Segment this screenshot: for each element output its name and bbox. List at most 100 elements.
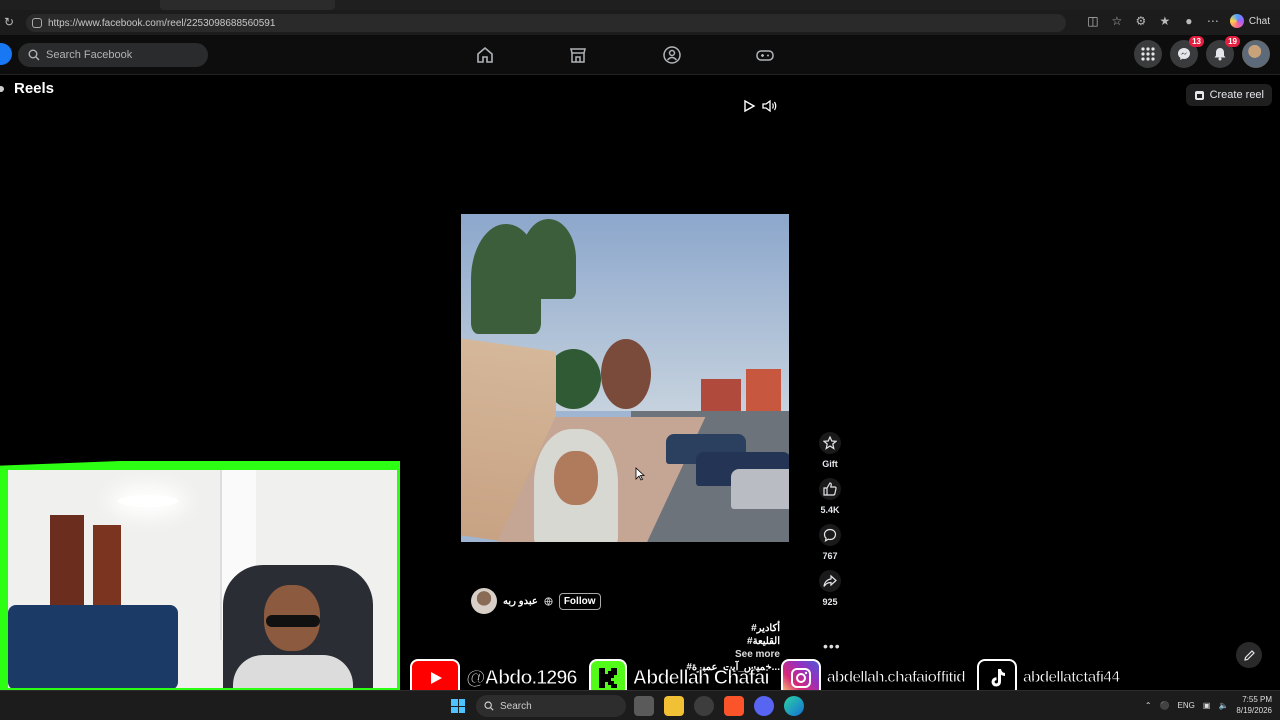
webcam-sofa xyxy=(8,605,178,688)
reel-author: عبدو ربه Follow xyxy=(471,588,601,614)
like-icon xyxy=(823,482,837,496)
video-woman xyxy=(516,429,636,542)
reel-video[interactable] xyxy=(461,214,789,542)
header-right-icons: 13 19 xyxy=(1134,36,1270,68)
grid-menu-icon xyxy=(1141,47,1155,61)
browser-tab-active[interactable] xyxy=(160,0,335,10)
file-explorer-icon[interactable] xyxy=(664,696,684,716)
menu-button[interactable] xyxy=(1134,40,1162,68)
favorite-star-icon[interactable]: ☆ xyxy=(1110,14,1124,28)
gift-icon xyxy=(823,436,837,450)
webcam-ceiling-light xyxy=(118,495,178,507)
share-button[interactable]: 925 xyxy=(812,570,848,607)
task-view-icon[interactable] xyxy=(634,696,654,716)
edge-icon[interactable] xyxy=(784,696,804,716)
author-name[interactable]: عبدو ربه xyxy=(503,596,538,607)
system-tray: ⌃ ⚫ ENG ▣ 🔈 7:55 PM 8/19/2026 xyxy=(1145,694,1272,716)
page-title: Reels xyxy=(14,80,55,97)
comment-icon xyxy=(823,528,837,542)
share-count: 925 xyxy=(822,597,838,607)
streamer-body xyxy=(233,655,353,688)
video-woman-face xyxy=(554,451,598,505)
profile-icon[interactable]: ● xyxy=(1182,14,1196,28)
gift-button[interactable]: Gift xyxy=(812,432,848,469)
marketplace-icon[interactable] xyxy=(568,45,588,65)
follow-button[interactable]: Follow xyxy=(558,592,601,610)
brave-icon[interactable] xyxy=(724,696,744,716)
copilot-chat-button[interactable]: Chat xyxy=(1229,14,1270,28)
video-controls xyxy=(742,99,778,113)
steam-icon[interactable] xyxy=(694,696,714,716)
caption-hashtag[interactable]: #القليعة xyxy=(640,635,780,648)
site-info-icon[interactable] xyxy=(32,18,42,28)
comment-button[interactable]: 767 xyxy=(812,524,848,561)
profile-avatar[interactable] xyxy=(1242,40,1270,68)
windows-start-icon[interactable] xyxy=(451,699,465,713)
video-tree xyxy=(601,339,651,409)
split-screen-icon[interactable]: ◫ xyxy=(1086,14,1100,28)
home-icon[interactable] xyxy=(475,45,495,65)
search-icon xyxy=(484,701,494,711)
groups-icon[interactable] xyxy=(662,45,682,65)
search-box[interactable] xyxy=(18,43,208,67)
language-indicator[interactable]: ENG xyxy=(1178,701,1195,710)
discord-icon[interactable] xyxy=(754,696,774,716)
share-icon xyxy=(823,574,837,587)
tiktok-handle: abdellatctafi44 xyxy=(1022,669,1120,687)
browser-tabstrip xyxy=(0,0,1280,10)
back-arrow-icon[interactable] xyxy=(0,86,4,92)
facebook-logo-icon[interactable] xyxy=(0,43,12,65)
microphone-icon[interactable]: ⚫ xyxy=(1160,701,1170,710)
address-bar-url: https://www.facebook.com/reel/2253098688… xyxy=(48,17,276,29)
copilot-icon xyxy=(1229,14,1244,28)
taskbar-apps xyxy=(634,696,804,716)
windows-taskbar: Search ⌃ ⚫ ENG ▣ 🔈 7:55 PM 8/19/2026 xyxy=(0,690,1280,720)
author-avatar[interactable] xyxy=(471,588,497,614)
comment-count: 767 xyxy=(822,551,838,561)
reload-icon[interactable]: ↻ xyxy=(4,16,16,28)
taskbar-search[interactable]: Search xyxy=(476,695,626,717)
more-options-icon[interactable]: ••• xyxy=(823,638,841,654)
messenger-icon xyxy=(1178,48,1190,60)
messenger-badge: 13 xyxy=(1189,36,1204,47)
address-bar[interactable]: https://www.facebook.com/reel/2253098688… xyxy=(26,14,1066,32)
mouse-cursor-icon xyxy=(635,467,645,481)
notifications-badge: 19 xyxy=(1225,36,1240,47)
instagram-handle: abdellah.chafaioffitid xyxy=(826,669,966,687)
favorites-icon[interactable]: ★ xyxy=(1158,14,1172,28)
create-reel-icon xyxy=(1194,90,1204,100)
like-button[interactable]: 5.4K xyxy=(812,478,848,515)
caption-hashtag[interactable]: #أكادير xyxy=(640,622,780,635)
video-car xyxy=(731,469,789,509)
browser-toolbar-icons: ◫ ☆ ⚙ ★ ● ⋯ Chat xyxy=(1086,14,1270,28)
more-icon[interactable]: ⋯ xyxy=(1206,14,1220,28)
webcam-door xyxy=(50,515,84,615)
tray-chevron-icon[interactable]: ⌃ xyxy=(1145,701,1152,710)
volume-icon[interactable]: 🔈 xyxy=(1218,701,1228,710)
create-reel-button[interactable]: Create reel xyxy=(1185,84,1272,106)
video-palm-tree xyxy=(521,219,576,299)
search-icon xyxy=(28,49,40,61)
webcam-feed xyxy=(8,470,397,688)
browser-toolbar: ↻ https://www.facebook.com/reel/22530986… xyxy=(0,10,1280,35)
kick-handle: Abdellah Chafai xyxy=(632,666,770,689)
clock[interactable]: 7:55 PM 8/19/2026 xyxy=(1236,694,1272,716)
video-building xyxy=(701,379,741,414)
youtube-handle: @Abdo.1296 xyxy=(466,666,579,689)
facebook-header: 13 19 xyxy=(0,35,1280,75)
network-icon[interactable]: ▣ xyxy=(1203,701,1211,710)
messenger-button[interactable]: 13 xyxy=(1170,36,1204,68)
streamer-sunglasses xyxy=(266,615,320,627)
taskbar-search-label: Search xyxy=(500,700,532,712)
chat-label: Chat xyxy=(1248,15,1270,27)
video-building xyxy=(746,369,781,414)
search-input[interactable] xyxy=(46,49,196,61)
volume-icon[interactable] xyxy=(762,99,778,113)
globe-icon xyxy=(544,596,553,606)
gaming-icon[interactable] xyxy=(755,45,775,65)
notifications-button[interactable]: 19 xyxy=(1206,36,1240,68)
extensions-icon[interactable]: ⚙ xyxy=(1134,14,1148,28)
gift-label: Gift xyxy=(822,459,838,469)
play-icon[interactable] xyxy=(742,99,756,113)
webcam-streamer xyxy=(233,585,353,688)
